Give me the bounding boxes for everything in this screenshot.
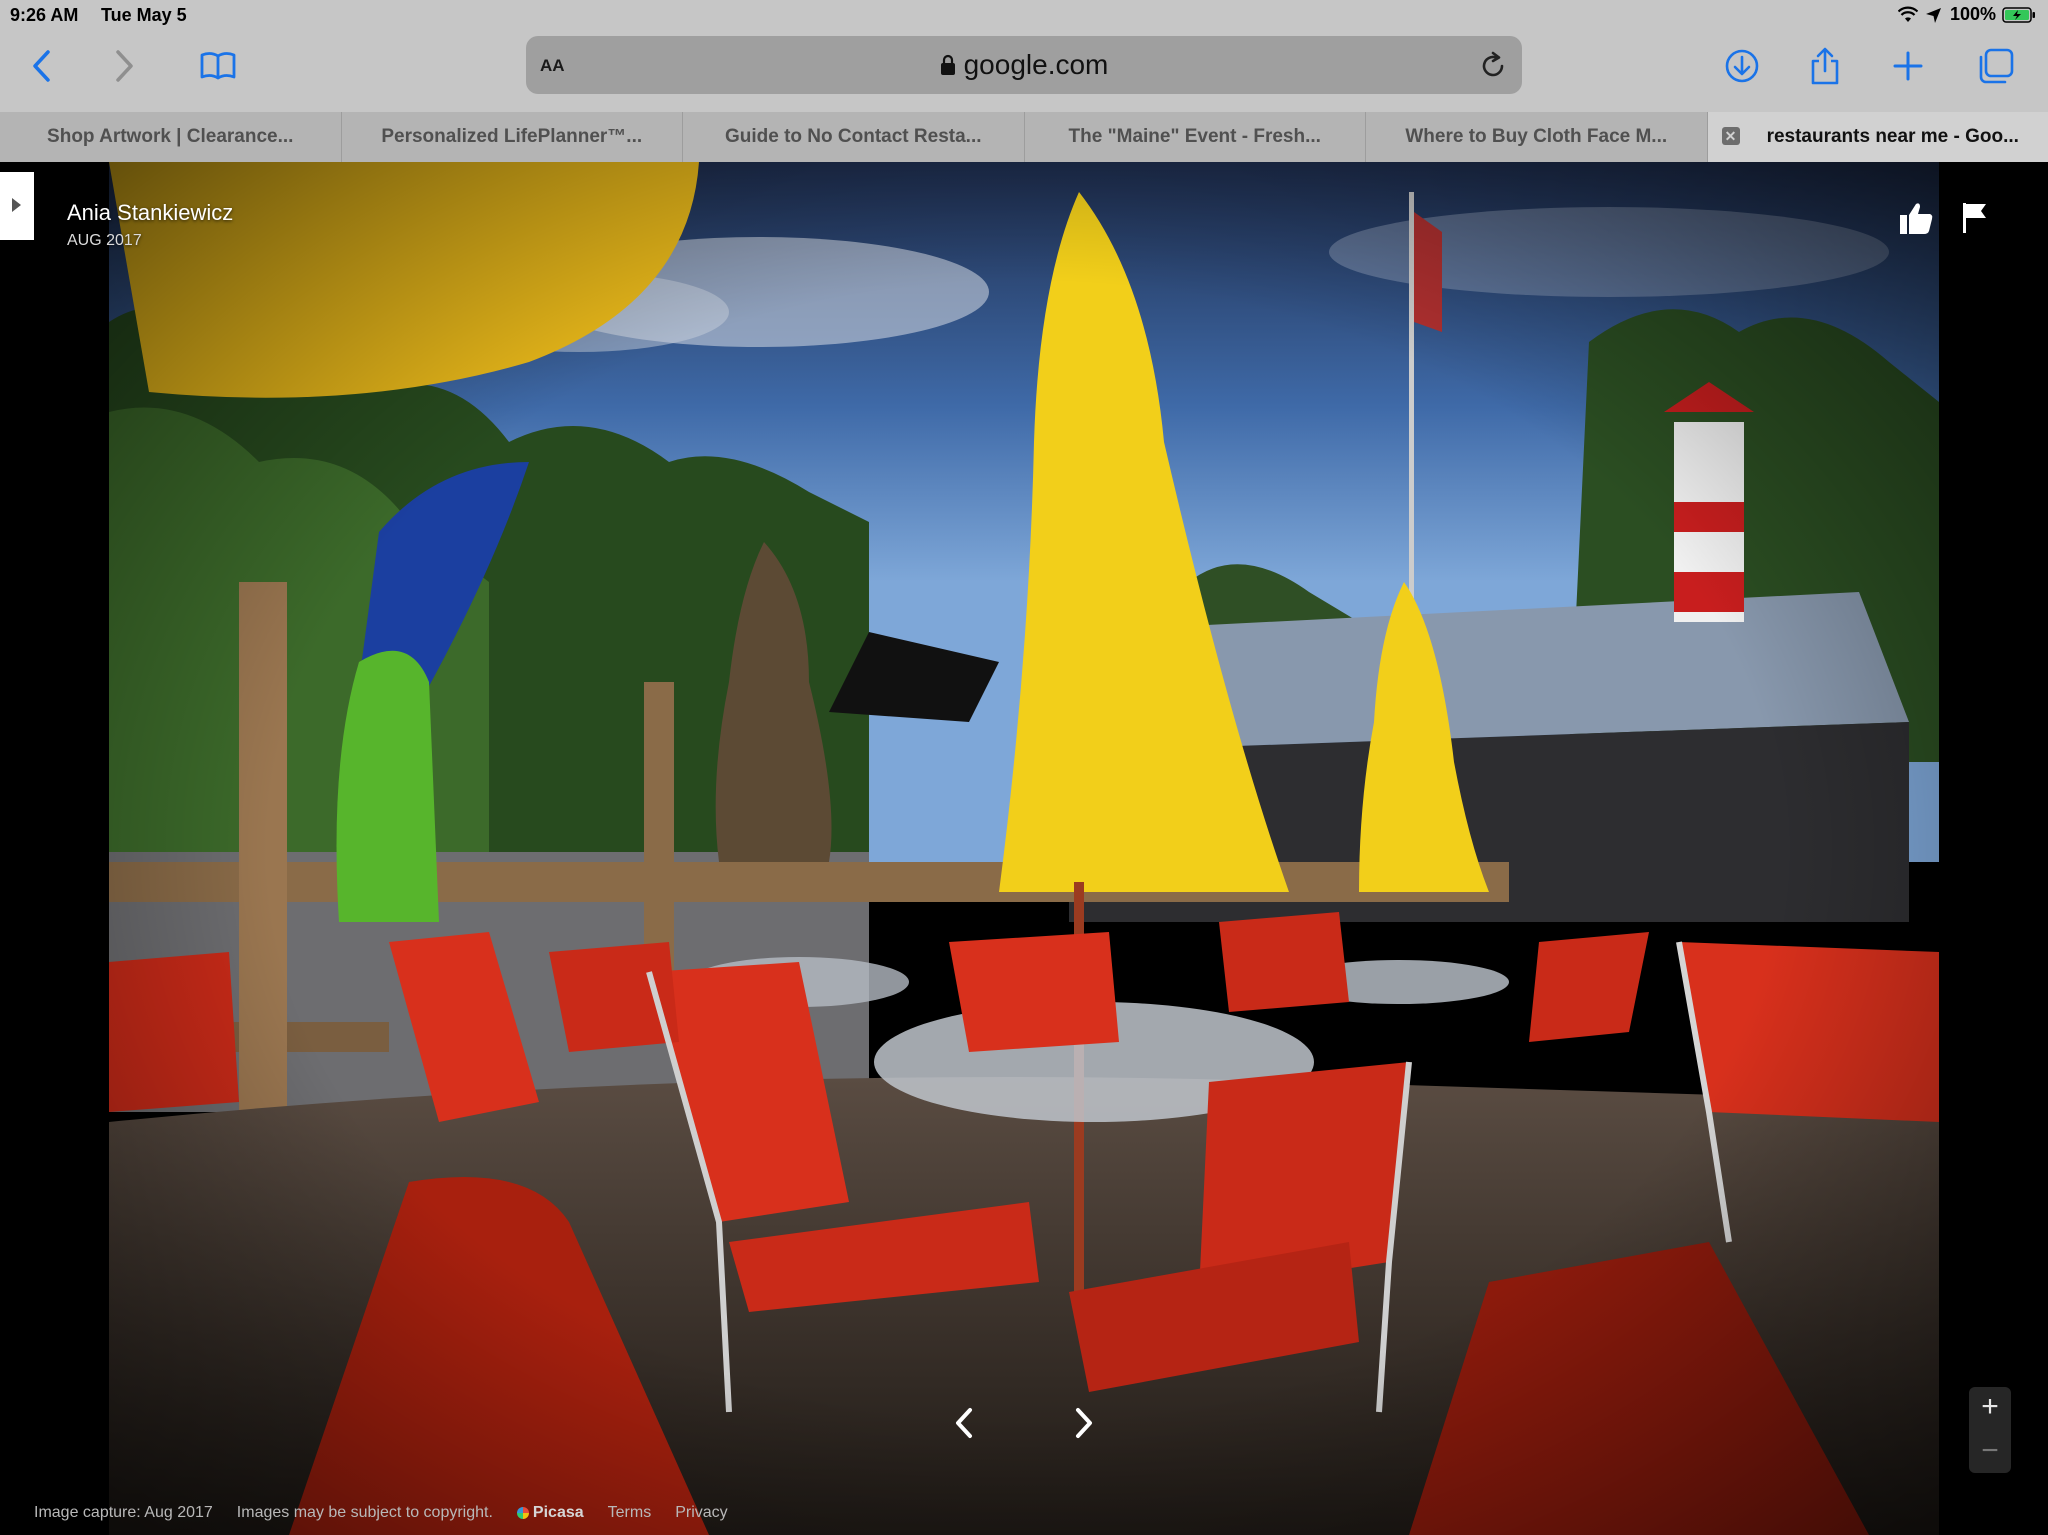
browser-toolbar: AA google.com <box>0 30 2048 112</box>
address-bar[interactable]: AA google.com <box>526 36 1522 94</box>
share-icon <box>1811 47 1839 85</box>
download-icon <box>1725 49 1759 83</box>
chevron-right-icon <box>116 50 133 82</box>
restaurant-patio-photo[interactable] <box>109 162 1939 1535</box>
picasa-label: Picasa <box>532 1504 584 1521</box>
zoom-in-button[interactable]: + <box>1969 1387 2011 1429</box>
share-button[interactable] <box>1803 44 1847 88</box>
battery-percent: 100% <box>1949 4 1996 24</box>
tab-maine-event[interactable]: The "Maine" Event - Fresh... <box>1025 112 1366 162</box>
reload-icon[interactable] <box>1478 50 1508 80</box>
new-tab-button[interactable] <box>1886 44 1930 88</box>
tab-shop-artwork[interactable]: Shop Artwork | Clearance... <box>0 112 342 162</box>
chevron-right-icon <box>1076 1408 1092 1438</box>
previous-photo-button[interactable] <box>944 1398 984 1448</box>
tab-title: Shop Artwork | Clearance... <box>47 126 294 147</box>
status-date: Tue May 5 <box>101 5 187 25</box>
flag-icon[interactable] <box>1960 200 1990 234</box>
url-text: google.com <box>963 49 1109 80</box>
zoom-control: + − <box>1969 1387 2011 1473</box>
tab-bar: Shop Artwork | Clearance... Personalized… <box>0 112 2048 162</box>
tab-title: Where to Buy Cloth Face M... <box>1405 126 1668 147</box>
wifi-icon <box>1897 6 1918 22</box>
chevron-left-icon <box>956 1408 972 1438</box>
status-bar: 9:26 AM Tue May 5 100% <box>0 0 2048 30</box>
chevron-left-icon <box>33 50 50 82</box>
battery-charging-icon <box>2002 6 2035 23</box>
plus-icon <box>1893 51 1923 81</box>
picasa-logo-icon <box>516 1507 529 1519</box>
status-time: 9:26 AM <box>10 5 79 25</box>
status-indicators: 100% <box>1897 4 2036 25</box>
terms-link[interactable]: Terms <box>608 1504 652 1522</box>
tab-cloth-face-masks[interactable]: Where to Buy Cloth Face M... <box>1366 112 1708 162</box>
location-arrow-icon <box>1925 7 1941 23</box>
close-tab-icon[interactable]: ✕ <box>1721 127 1740 145</box>
photo-footer: Image capture: Aug 2017 Images may be su… <box>34 1504 728 1522</box>
book-icon <box>200 52 236 80</box>
lock-icon <box>940 54 955 75</box>
tab-no-contact-guide[interactable]: Guide to No Contact Resta... <box>683 112 1025 162</box>
forward-button[interactable] <box>102 44 146 88</box>
downloads-button[interactable] <box>1720 44 1764 88</box>
copyright-notice: Images may be subject to copyright. <box>236 1504 493 1521</box>
image-capture-text: Image capture: Aug 2017 <box>34 1504 213 1521</box>
caret-right-icon <box>12 198 21 212</box>
back-button[interactable] <box>20 44 64 88</box>
privacy-link[interactable]: Privacy <box>675 1504 727 1522</box>
zoom-out-button[interactable]: − <box>1969 1431 2011 1473</box>
url-display: google.com <box>526 49 1522 81</box>
tab-title: Personalized LifePlanner™... <box>381 126 643 147</box>
photo-viewer: Ania Stankiewicz AUG 2017 + − Image capt… <box>0 162 2048 1535</box>
thumbs-up-icon[interactable] <box>1896 198 1936 238</box>
bookmarks-button[interactable] <box>196 44 240 88</box>
picasa-link[interactable]: Picasa <box>516 1504 584 1522</box>
next-photo-button[interactable] <box>1064 1398 1104 1448</box>
tab-overview-button[interactable] <box>1974 44 2018 88</box>
side-panel-toggle[interactable] <box>0 172 34 240</box>
tab-title: restaurants near me - Goo... <box>1766 126 2019 147</box>
tab-restaurants-near-me[interactable]: ✕ restaurants near me - Goo... <box>1707 112 2048 162</box>
photo-capture-date: AUG 2017 <box>67 232 142 249</box>
tab-title: The "Maine" Event - Fresh... <box>1068 126 1321 147</box>
tabs-icon <box>1979 48 2014 84</box>
tab-lifeplanner[interactable]: Personalized LifePlanner™... <box>342 112 683 162</box>
tab-title: Guide to No Contact Resta... <box>724 126 982 147</box>
photo-author[interactable]: Ania Stankiewicz <box>67 200 233 226</box>
